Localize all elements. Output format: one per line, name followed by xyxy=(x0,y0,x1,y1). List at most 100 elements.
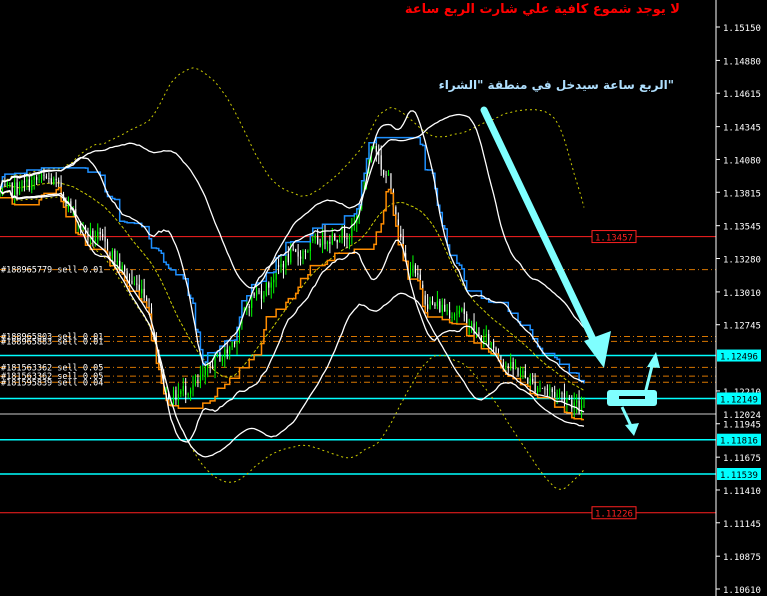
candle-body xyxy=(390,173,392,191)
price-axis: 1.15150 1.14880 1.14615 1.14345 1.14080 1.138… xyxy=(715,0,761,596)
candle-body xyxy=(23,181,26,183)
candle-body xyxy=(45,176,48,179)
candle-body xyxy=(522,370,524,374)
candle-body xyxy=(248,306,250,308)
candle-body xyxy=(40,174,43,180)
candle-body xyxy=(48,178,50,179)
candle-body xyxy=(556,393,558,397)
candle-body xyxy=(175,390,177,401)
candle-body xyxy=(383,169,385,175)
candle-body xyxy=(189,390,192,394)
candle-body xyxy=(563,393,566,403)
candle-body xyxy=(312,238,314,241)
candle-body xyxy=(580,405,583,414)
candle-body xyxy=(539,387,541,389)
candle-body xyxy=(38,179,40,180)
candle-body xyxy=(541,387,544,389)
candle-body xyxy=(436,301,438,306)
candle-body xyxy=(453,314,456,317)
candle-body xyxy=(116,260,118,263)
order-label: #188965779 sell 0.01 xyxy=(1,266,103,276)
candle-body xyxy=(446,310,448,312)
candle-body xyxy=(143,288,145,298)
candle-body xyxy=(527,377,529,385)
candle-body xyxy=(36,177,38,180)
candle-body xyxy=(202,374,204,377)
y-tick-label: 1.13815 xyxy=(723,189,761,199)
candle-body xyxy=(211,365,214,369)
candle-body xyxy=(16,182,18,195)
price-box-label: 1.11539 xyxy=(720,471,758,481)
candle-body xyxy=(299,256,302,259)
candle-body xyxy=(253,292,255,296)
candle-body xyxy=(319,243,321,246)
candle-body xyxy=(114,250,116,263)
candle-body xyxy=(529,378,531,385)
candle-body xyxy=(273,279,275,283)
candle-body xyxy=(336,239,338,243)
up-arrow-head xyxy=(647,352,660,368)
candle-body xyxy=(546,388,548,390)
candle-body xyxy=(302,250,304,259)
y-tick-label: 1.10610 xyxy=(723,586,761,596)
candle-body xyxy=(568,399,570,400)
candle-body xyxy=(429,301,431,309)
candle-body xyxy=(204,367,206,375)
candle-body xyxy=(441,304,443,313)
candle-body xyxy=(187,393,189,395)
candle-body xyxy=(451,316,453,319)
red-level-label: 1.11226 xyxy=(595,510,633,520)
candle-body xyxy=(536,388,539,393)
candle-body xyxy=(431,301,434,304)
candle-body xyxy=(387,173,390,176)
candle-body xyxy=(270,282,272,288)
y-tick-label: 1.13545 xyxy=(723,223,761,233)
candle-body xyxy=(458,310,460,314)
candle-body xyxy=(136,283,138,285)
chart-title: لا يوجد شموع كافية علي شارت الربع ساعة xyxy=(404,2,680,17)
candle-body xyxy=(507,366,509,369)
candle-body xyxy=(268,282,270,288)
candle-body xyxy=(133,283,135,285)
price-box-label: 1.12149 xyxy=(720,395,758,405)
red-level-label: 1.13457 xyxy=(595,234,633,244)
candle-body xyxy=(329,242,331,244)
candle-body xyxy=(141,288,143,294)
candle-body xyxy=(488,334,490,346)
candle-body xyxy=(197,379,199,382)
candle-body xyxy=(424,295,426,305)
candle-body xyxy=(43,174,45,177)
candle-body xyxy=(14,182,16,197)
down-arrow-shaft xyxy=(480,106,602,354)
candle-body xyxy=(31,179,33,191)
candle-body xyxy=(449,310,451,319)
candle-body xyxy=(226,349,228,354)
candle-body xyxy=(576,400,578,403)
candle-body xyxy=(297,251,299,257)
candle-body xyxy=(571,399,573,409)
candle-body xyxy=(282,263,285,268)
candle-body xyxy=(427,304,429,309)
y-tick-label: 1.11945 xyxy=(723,421,761,431)
candle-body xyxy=(4,184,6,186)
candle-body xyxy=(295,249,297,252)
y-tick-label: 1.14615 xyxy=(723,90,761,100)
price-box-label: 1.11816 xyxy=(720,437,758,447)
y-tick-label: 1.11675 xyxy=(723,454,761,464)
candle-body xyxy=(510,362,512,369)
candle-body xyxy=(456,313,458,315)
candle-body xyxy=(566,399,568,403)
candle-body xyxy=(551,388,553,393)
candle-body xyxy=(309,240,311,252)
band-upper-slow xyxy=(0,113,585,329)
candle-body xyxy=(307,251,309,252)
candle-body xyxy=(517,368,519,376)
candle-body xyxy=(55,178,57,181)
candle-body xyxy=(339,239,341,243)
candle-body xyxy=(346,238,348,239)
candle-body xyxy=(314,235,316,239)
candle-body xyxy=(124,265,126,272)
candle-body xyxy=(400,233,402,237)
candle-body xyxy=(21,181,23,192)
candle-body xyxy=(94,239,96,242)
